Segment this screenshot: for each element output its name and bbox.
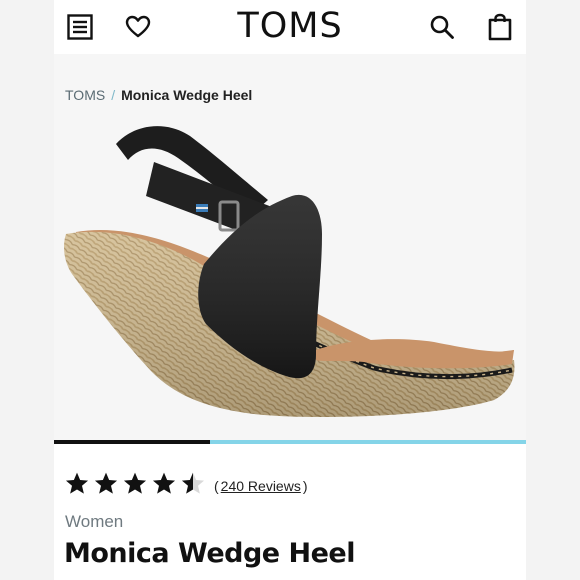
star-icon <box>152 472 176 494</box>
shopping-bag-button[interactable] <box>484 12 516 42</box>
reviews-close-paren: ) <box>302 478 308 494</box>
product-title: Monica Wedge Heel <box>64 538 356 569</box>
star-icon <box>94 472 118 494</box>
search-button[interactable] <box>426 12 458 42</box>
star-icon <box>123 472 147 494</box>
mobile-screen: TOMS TOMS / Monica Wedge Heel (240 Revi… <box>54 0 526 580</box>
reviews-count: (240 Reviews) <box>214 478 308 494</box>
product-info: (240 Reviews) Women Monica Wedge Heel <box>54 444 526 580</box>
breadcrumb: TOMS / Monica Wedge Heel <box>65 87 252 103</box>
half-star-icon <box>181 472 205 494</box>
search-icon <box>430 15 454 39</box>
wedge-sandal-image <box>64 126 515 418</box>
product-image[interactable] <box>54 114 526 440</box>
breadcrumb-home[interactable]: TOMS <box>65 87 105 103</box>
photo-frame: TOMS TOMS / Monica Wedge Heel (240 Revi… <box>0 0 580 580</box>
breadcrumb-separator: / <box>111 87 116 103</box>
reviews-open-paren: ( <box>214 478 219 494</box>
star-icon <box>65 472 89 494</box>
shopping-bag-icon <box>488 13 512 41</box>
star-rating[interactable] <box>64 471 206 496</box>
reviews-link[interactable]: 240 Reviews <box>221 478 301 494</box>
header: TOMS <box>54 0 526 54</box>
product-page: TOMS / Monica Wedge Heel (240 Reviews)… <box>54 54 526 580</box>
product-category: Women <box>65 512 124 531</box>
breadcrumb-current: Monica Wedge Heel <box>121 87 253 103</box>
